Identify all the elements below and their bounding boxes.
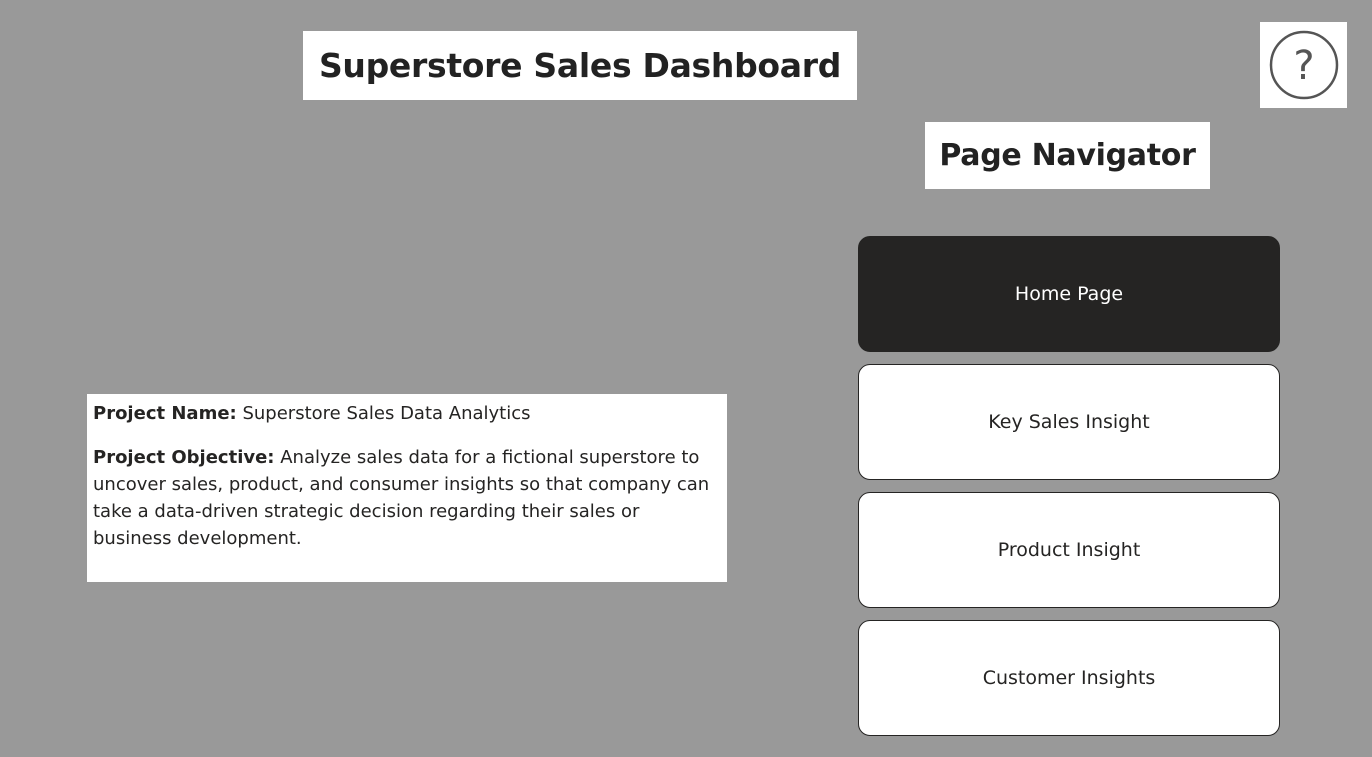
nav-button-product-insight[interactable]: Product Insight — [858, 492, 1280, 608]
dashboard-title: Superstore Sales Dashboard — [318, 46, 842, 85]
project-name-value: Superstore Sales Data Analytics — [236, 403, 531, 424]
nav-button-label: Customer Insights — [982, 667, 1156, 689]
project-name-label: Project Name: — [93, 403, 237, 424]
nav-button-label: Home Page — [1014, 283, 1124, 305]
project-objective-label: Project Objective: — [93, 447, 275, 468]
svg-text:?: ? — [1293, 43, 1314, 89]
nav-button-home-page[interactable]: Home Page — [858, 236, 1280, 352]
question-mark-circle-icon: ? — [1269, 30, 1338, 100]
help-button[interactable]: ? — [1260, 22, 1347, 108]
project-info-box: Project Name: Superstore Sales Data Anal… — [87, 394, 727, 582]
nav-button-customer-insights[interactable]: Customer Insights — [858, 620, 1280, 736]
project-objective-line: Project Objective: Analyze sales data fo… — [93, 444, 721, 552]
page-navigator-title-box: Page Navigator — [925, 122, 1210, 189]
page-navigator-title: Page Navigator — [939, 138, 1196, 173]
nav-button-label: Product Insight — [997, 539, 1141, 561]
nav-button-key-sales-insight[interactable]: Key Sales Insight — [858, 364, 1280, 480]
nav-button-label: Key Sales Insight — [988, 411, 1150, 433]
project-name-line: Project Name: Superstore Sales Data Anal… — [93, 400, 721, 427]
dashboard-title-box: Superstore Sales Dashboard — [303, 31, 857, 100]
